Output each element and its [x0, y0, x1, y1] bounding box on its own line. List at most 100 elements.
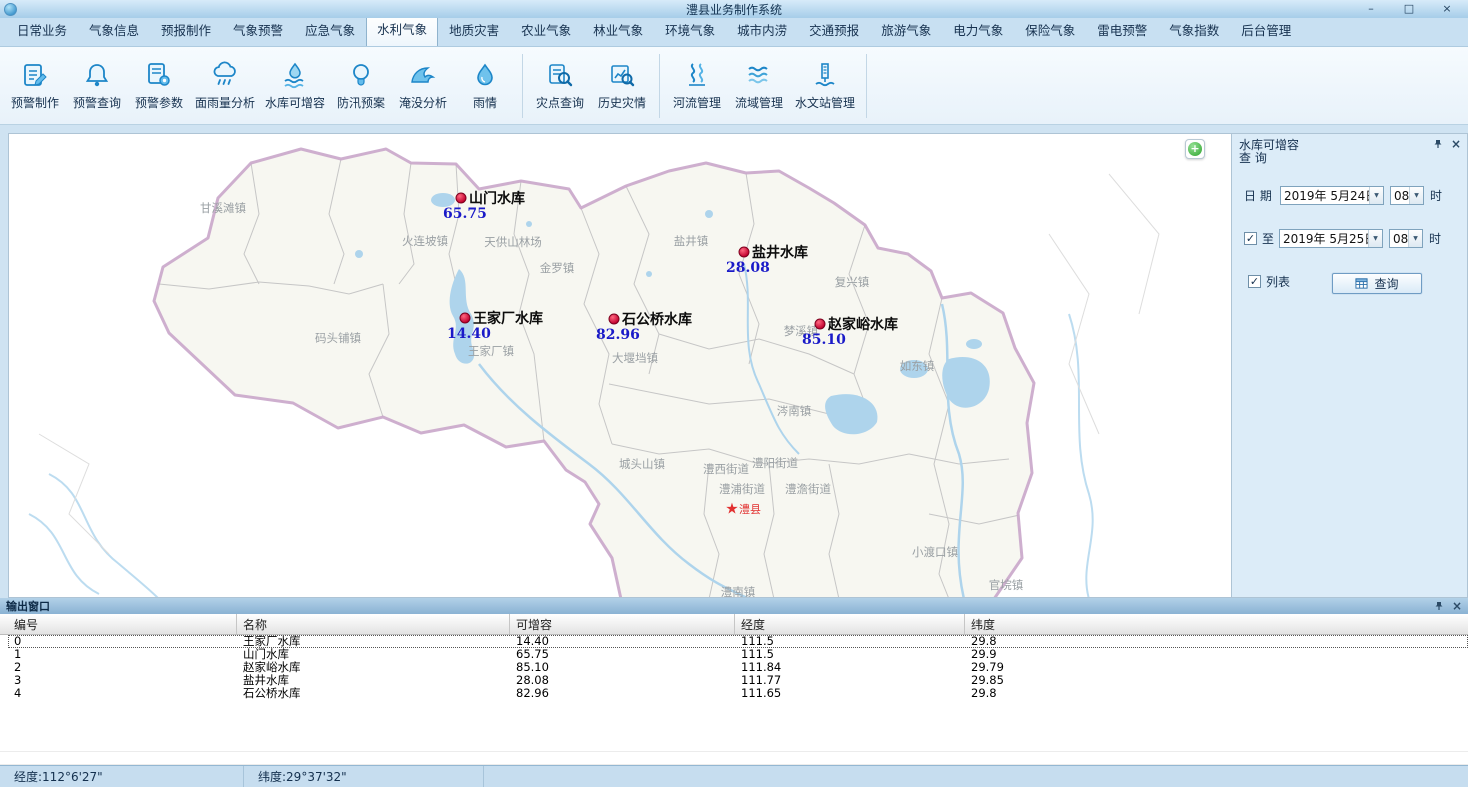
pin-icon[interactable] — [1433, 139, 1443, 149]
menu-item[interactable]: 旅游气象 — [870, 14, 942, 46]
county-name-label: 澧县 — [739, 501, 761, 517]
from-date-select[interactable]: 2019年 5月24日 ▼ — [1280, 186, 1384, 205]
toolbar-button-label: 面雨量分析 — [195, 94, 255, 111]
query-button[interactable]: 查询 — [1332, 273, 1422, 294]
to-hour-select[interactable]: 08 ▼ — [1389, 229, 1423, 248]
toolbar-button[interactable]: 水文站管理 — [790, 58, 860, 114]
menu-item[interactable]: 气象指数 — [1158, 14, 1230, 46]
table-cell: 85.10 — [510, 661, 735, 674]
to-date-select[interactable]: 2019年 5月25日 ▼ — [1279, 229, 1383, 248]
menu-item[interactable]: 环境气象 — [654, 14, 726, 46]
list-checkbox[interactable]: ✓ — [1248, 275, 1261, 288]
maximize-button[interactable]: □ — [1402, 1, 1416, 17]
table-row[interactable]: 4石公桥水库82.96111.6529.8 — [8, 687, 1468, 700]
toolbar-button-label: 流域管理 — [735, 94, 783, 111]
table-cell: 29.8 — [965, 687, 1468, 700]
icon-basin — [745, 61, 773, 89]
reservoir-capacity-value: 28.08 — [726, 260, 770, 276]
toolbar-button[interactable]: 灾点查询 — [529, 58, 591, 114]
table-cell: 29.9 — [965, 648, 1468, 661]
toolbar-button[interactable]: 水库可增容 — [260, 58, 330, 114]
status-latitude: 纬度:29°37'32" — [244, 766, 484, 787]
table-row[interactable]: 2赵家峪水库85.10111.8429.79 — [8, 661, 1468, 674]
chevron-down-icon: ▼ — [1408, 230, 1422, 247]
town-label: 澧南镇 — [721, 584, 756, 598]
to-checkbox[interactable]: ✓ — [1244, 232, 1257, 245]
reservoir-marker-icon[interactable] — [815, 319, 826, 330]
panel-close-icon[interactable]: × — [1452, 600, 1462, 612]
table-cell: 111.84 — [735, 661, 965, 674]
table-cell: 王家厂水库 — [237, 635, 510, 648]
from-hour-select[interactable]: 08 ▼ — [1390, 186, 1424, 205]
menu-item[interactable]: 电力气象 — [942, 14, 1014, 46]
menu-item[interactable]: 应急气象 — [294, 14, 366, 46]
date-label: 日 期 — [1244, 187, 1280, 204]
chevron-down-icon: ▼ — [1369, 187, 1383, 204]
toolbar-button[interactable]: 历史灾情 — [591, 58, 653, 114]
reservoir-capacity-value: 85.10 — [802, 332, 846, 348]
title-bar: 澧县业务制作系统 – □ × — [0, 0, 1468, 18]
toolbar-button[interactable]: 面雨量分析 — [190, 58, 260, 114]
reservoir-marker-icon[interactable] — [739, 247, 750, 258]
query-table-icon — [1355, 277, 1368, 290]
table-cell: 29.85 — [965, 674, 1468, 687]
close-button[interactable]: × — [1440, 1, 1454, 17]
map-canvas[interactable]: + 甘溪滩镇火连坡镇天供山林场金罗镇盐井镇复兴镇码头铺镇王家厂镇梦溪镇大堰垱镇如… — [8, 133, 1232, 598]
reservoir-name: 山门水库 — [469, 188, 525, 208]
toolbar-button-label: 预警查询 — [73, 94, 121, 111]
table-cell: 盐井水库 — [237, 674, 510, 687]
output-table-body: 0王家厂水库14.40111.529.81山门水库65.75111.529.92… — [0, 635, 1468, 705]
table-cell: 山门水库 — [237, 648, 510, 661]
icon-raindrop — [471, 61, 499, 89]
icon-cloud-rain — [211, 61, 239, 89]
table-cell: 石公桥水库 — [237, 687, 510, 700]
reservoir-marker-icon[interactable] — [609, 314, 620, 325]
toolbar-button[interactable]: 预警参数 — [128, 58, 190, 114]
map-svg — [9, 134, 1232, 598]
menu-item[interactable]: 日常业务 — [6, 14, 78, 46]
reservoir-marker-icon[interactable] — [456, 193, 467, 204]
table-row[interactable]: 1山门水库65.75111.529.9 — [8, 648, 1468, 661]
town-label: 如东镇 — [900, 358, 935, 374]
reservoir-marker-icon[interactable] — [460, 313, 471, 324]
toolbar-separator — [659, 54, 660, 118]
menu-item[interactable]: 雷电预警 — [1086, 14, 1158, 46]
menu-item[interactable]: 地质灾害 — [438, 14, 510, 46]
status-spacer — [484, 766, 1468, 787]
pin-icon[interactable] — [1434, 601, 1444, 611]
menu-item[interactable]: 农业气象 — [510, 14, 582, 46]
toolbar-button[interactable]: 预警制作 — [4, 58, 66, 114]
menu-item[interactable]: 保险气象 — [1014, 14, 1086, 46]
map-zoom-button[interactable]: + — [1185, 139, 1205, 159]
reservoir-capacity-value: 82.96 — [596, 327, 640, 343]
table-cell: 111.65 — [735, 687, 965, 700]
toolbar-button[interactable]: 防汛预案 — [330, 58, 392, 114]
table-cell: 赵家峪水库 — [237, 661, 510, 674]
menu-item[interactable]: 后台管理 — [1230, 14, 1302, 46]
minimize-button[interactable]: – — [1364, 1, 1378, 17]
toolbar-button-label: 水库可增容 — [265, 94, 325, 111]
icon-station — [811, 61, 839, 89]
toolbar-button[interactable]: 淹没分析 — [392, 58, 454, 114]
toolbar-button[interactable]: 预警查询 — [66, 58, 128, 114]
menu-item[interactable]: 城市内涝 — [726, 14, 798, 46]
menu-item[interactable]: 交通预报 — [798, 14, 870, 46]
menu-item[interactable]: 气象信息 — [78, 14, 150, 46]
toolbar-button[interactable]: 河流管理 — [666, 58, 728, 114]
menu-item[interactable]: 气象预警 — [222, 14, 294, 46]
reservoir-capacity-value: 14.40 — [447, 326, 491, 342]
toolbar-button[interactable]: 流域管理 — [728, 58, 790, 114]
empty-row-divider — [0, 751, 1468, 752]
panel-close-icon[interactable]: × — [1451, 138, 1461, 150]
app-logo-icon — [4, 3, 17, 16]
column-header: 编号 — [8, 614, 237, 634]
table-row[interactable]: 0王家厂水库14.40111.529.8 — [8, 635, 1468, 648]
icon-history-chart — [608, 61, 636, 89]
reservoir-name: 石公桥水库 — [622, 309, 692, 329]
menu-item[interactable]: 预报制作 — [150, 14, 222, 46]
menu-item[interactable]: 林业气象 — [582, 14, 654, 46]
toolbar-button[interactable]: 雨情 — [454, 58, 516, 114]
icon-reservoir — [281, 61, 309, 89]
table-row[interactable]: 3盐井水库28.08111.7729.85 — [8, 674, 1468, 687]
toolbar-button-label: 水文站管理 — [795, 94, 855, 111]
